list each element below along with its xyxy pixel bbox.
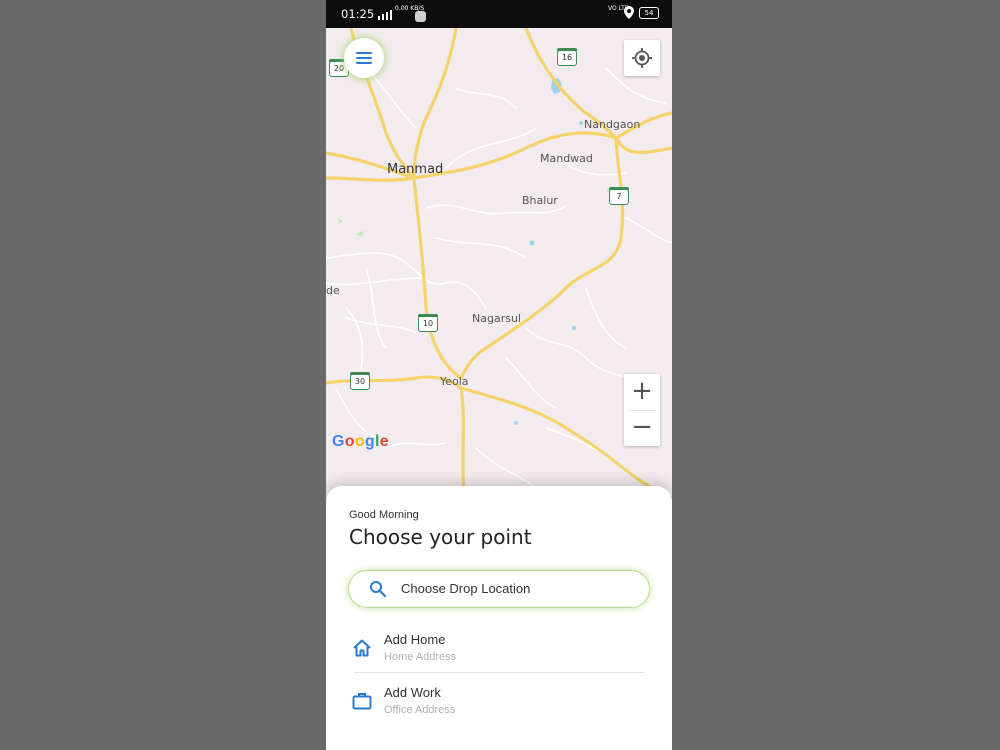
map-label-nagarsul: Nagarsul <box>472 312 521 325</box>
add-home-label: Add Home <box>384 632 446 647</box>
greeting-text: Good Morning <box>349 509 419 521</box>
map-label-manmad: Manmad <box>387 162 444 177</box>
status-time: 01:25 <box>341 7 375 21</box>
map-label-yeola: Yeola <box>440 375 469 388</box>
google-logo: Google <box>332 433 389 450</box>
search-icon <box>370 581 387 598</box>
app-notification-icon <box>415 11 426 22</box>
zoom-controls: + − <box>624 374 660 446</box>
map-canvas <box>326 28 672 498</box>
add-work-label: Add Work <box>384 685 441 700</box>
bottom-sheet: Good Morning Choose your point Choose Dr… <box>326 486 672 750</box>
search-placeholder: Choose Drop Location <box>401 581 531 596</box>
map-view[interactable]: Nandgaon Mandwad Manmad Bhalur Nagarsul … <box>326 28 672 498</box>
office-address-sublabel: Office Address <box>384 704 456 716</box>
battery-indicator: 54 <box>639 7 659 19</box>
map-label-bhalur: Bhalur <box>522 194 558 207</box>
menu-button[interactable] <box>344 38 384 78</box>
briefcase-icon <box>352 693 372 710</box>
drop-location-search[interactable]: Choose Drop Location <box>348 570 650 608</box>
add-work-item[interactable]: Add Work Office Address <box>348 679 648 723</box>
menu-icon <box>356 52 372 54</box>
crosshair-icon <box>632 48 652 68</box>
map-label-nandgaon: Nandgaon <box>584 118 641 131</box>
highway-shield-10: 10 <box>418 314 438 332</box>
map-label-mandwad: Mandwad <box>540 152 593 165</box>
menu-icon-bar <box>356 57 372 59</box>
zoom-in-button[interactable]: + <box>624 374 660 410</box>
list-divider <box>354 672 644 673</box>
location-status-icon <box>624 6 634 22</box>
signal-icon <box>378 6 392 20</box>
page-title: Choose your point <box>349 525 532 549</box>
my-location-button[interactable] <box>624 40 660 76</box>
highway-shield-16: 16 <box>557 48 577 66</box>
add-home-item[interactable]: Add Home Home Address <box>348 626 648 670</box>
home-icon <box>353 639 371 657</box>
phone-screen: 01:25 0.00 KB/S VO LTE 54 Nandgaon Mandw… <box>326 0 672 750</box>
map-label-fragment: de <box>326 284 340 297</box>
status-bar: 01:25 0.00 KB/S VO LTE 54 <box>326 0 672 28</box>
highway-shield-7: 7 <box>609 187 629 205</box>
highway-shield-30: 30 <box>350 372 370 390</box>
menu-icon-bar <box>356 62 372 64</box>
home-address-sublabel: Home Address <box>384 651 457 663</box>
zoom-out-button[interactable]: − <box>624 410 660 446</box>
